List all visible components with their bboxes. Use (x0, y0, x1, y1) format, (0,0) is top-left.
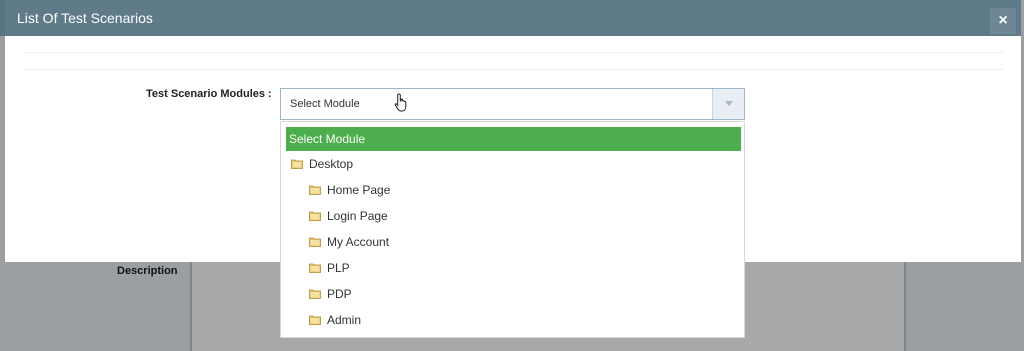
close-icon: × (998, 12, 1008, 29)
folder-icon (309, 211, 321, 221)
module-select-value: Select Module (290, 98, 360, 110)
dropdown-option-desktop[interactable]: Desktop (291, 152, 353, 176)
close-button[interactable]: × (990, 8, 1016, 34)
option-label: PDP (327, 287, 352, 301)
module-dropdown-list: Select Module Desktop Home Page Login Pa… (280, 121, 745, 338)
dropdown-option-login-page[interactable]: Login Page (309, 204, 388, 228)
option-label: Admin (327, 313, 362, 327)
option-label: PLP (327, 261, 350, 275)
description-label: Description (117, 265, 178, 277)
module-select[interactable]: Select Module (280, 88, 745, 120)
dropdown-option-my-account[interactable]: My Account (309, 230, 389, 254)
chevron-down-icon (725, 101, 733, 106)
dropdown-option-home-page[interactable]: Home Page (309, 178, 390, 202)
folder-icon (309, 263, 321, 273)
dropdown-option-plp[interactable]: PLP (309, 256, 350, 280)
modal-title: List Of Test Scenarios (17, 10, 153, 26)
divider (23, 69, 1003, 70)
option-label: Desktop (309, 157, 354, 171)
test-scenario-modules-label: Test Scenario Modules : (146, 88, 272, 100)
hand-pointer-icon (394, 93, 407, 112)
background-column-divider (190, 262, 192, 351)
option-label: Home Page (327, 183, 391, 197)
option-label: My Account (327, 235, 390, 249)
select-toggle-button[interactable] (712, 89, 744, 119)
option-label: Login Page (327, 209, 388, 223)
dropdown-option-pdp[interactable]: PDP (309, 282, 352, 306)
divider (23, 52, 1003, 53)
modal-header: List Of Test Scenarios × (5, 0, 1021, 36)
dropdown-option-select-module[interactable]: Select Module (286, 127, 741, 151)
folder-icon (291, 159, 303, 169)
dropdown-option-admin[interactable]: Admin (309, 308, 361, 332)
folder-icon (309, 185, 321, 195)
folder-icon (309, 289, 321, 299)
folder-icon (309, 315, 321, 325)
background-column-divider (904, 262, 906, 351)
folder-icon (309, 237, 321, 247)
